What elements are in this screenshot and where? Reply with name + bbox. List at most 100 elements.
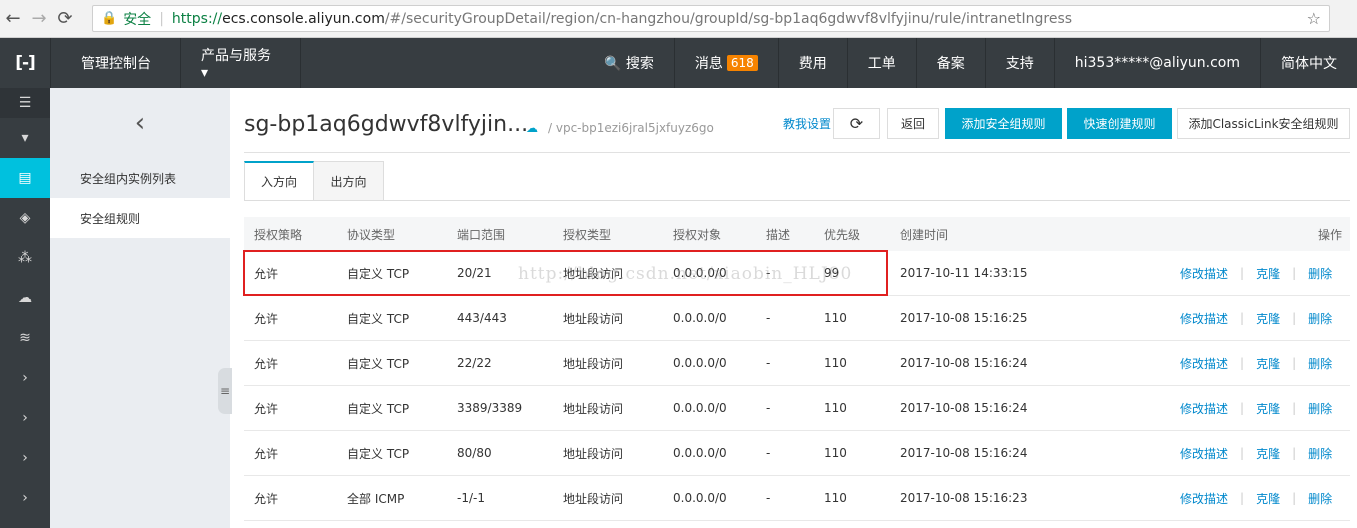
delete-link[interactable]: 删除 (1308, 265, 1332, 282)
address-bar[interactable]: 🔒 安全 | https://ecs.console.aliyun.com/#/… (92, 5, 1330, 32)
cell-protocol: 全部 ICMP (347, 491, 405, 506)
user-account-menu[interactable]: hi353*****@aliyun.com (1055, 38, 1261, 88)
expand-arrow-icon[interactable]: › (0, 358, 50, 398)
billing-link[interactable]: 费用 (779, 38, 848, 88)
messages-button[interactable]: 消息 618 (675, 38, 779, 88)
edit-description-link[interactable]: 修改描述 (1180, 310, 1228, 327)
cell-port: 22/22 (457, 356, 492, 370)
quick-create-rule-button[interactable]: 快速创建规则 (1067, 108, 1172, 139)
cell-port: 443/443 (457, 311, 507, 325)
cell-created: 2017-10-08 15:16:24 (900, 446, 1028, 460)
clone-link[interactable]: 克隆 (1256, 445, 1280, 462)
edit-description-link[interactable]: 修改描述 (1180, 445, 1228, 462)
sidebar-item-instances[interactable]: 安全组内实例列表 (50, 158, 230, 198)
row-actions: 修改描述 | 克隆 | 删除 (1180, 476, 1332, 520)
network-icon[interactable]: ⁂ (0, 238, 50, 278)
header-created: 创建时间 (900, 227, 949, 242)
add-rule-button[interactable]: 添加安全组规则 (945, 108, 1062, 139)
cell-auth-object: 0.0.0.0/0 (673, 491, 727, 505)
action-separator: | (1240, 311, 1245, 325)
cell-created: 2017-10-08 15:16:24 (900, 356, 1028, 370)
cell-port: 20/21 (457, 266, 492, 280)
back-chevron-icon[interactable]: ‹ (50, 88, 230, 158)
aliyun-logo-icon[interactable]: [-] (0, 38, 50, 88)
cell-auth-type: 地址段访问 (563, 266, 624, 281)
messages-count-badge: 618 (726, 55, 758, 71)
cell-protocol: 自定义 TCP (347, 356, 410, 371)
expand-arrow-icon[interactable]: › (0, 438, 50, 478)
edit-description-link[interactable]: 修改描述 (1180, 490, 1228, 507)
cell-policy: 允许 (254, 401, 279, 416)
tab-ingress[interactable]: 入方向 (244, 161, 314, 201)
row-actions: 修改描述 | 克隆 | 删除 (1180, 341, 1332, 385)
delete-link[interactable]: 删除 (1308, 310, 1332, 327)
cell-auth-object: 0.0.0.0/0 (673, 266, 727, 280)
delete-link[interactable]: 删除 (1308, 445, 1332, 462)
cell-policy: 允许 (254, 356, 279, 371)
header-actions: 操作 (1317, 227, 1342, 242)
header-auth-type: 授权类型 (563, 227, 612, 242)
cell-port: 3389/3389 (457, 401, 523, 415)
delete-link[interactable]: 删除 (1308, 490, 1332, 507)
expand-arrow-icon[interactable]: › (0, 398, 50, 438)
ecs-server-icon[interactable]: ▤ (0, 158, 50, 198)
header-protocol: 协议类型 (347, 227, 396, 242)
delete-link[interactable]: 删除 (1308, 400, 1332, 417)
direction-tabs: 入方向 出方向 (244, 161, 384, 201)
menu-toggle-icon[interactable]: ☰ (0, 88, 50, 118)
edit-description-link[interactable]: 修改描述 (1180, 265, 1228, 282)
clone-link[interactable]: 克隆 (1256, 310, 1280, 327)
clone-link[interactable]: 克隆 (1256, 490, 1280, 507)
table-header: 授权策略 协议类型 端口范围 授权类型 授权对象 描述 优先级 创建时间 操作 (244, 217, 1350, 251)
cell-auth-type: 地址段访问 (563, 446, 624, 461)
header-auth-object: 授权对象 (673, 227, 722, 242)
storage-stack-icon[interactable]: ≋ (0, 318, 50, 358)
clone-link[interactable]: 克隆 (1256, 355, 1280, 372)
sidebar-item-rules[interactable]: 安全组规则 (50, 198, 230, 238)
bookmark-star-icon[interactable]: ☆ (1307, 9, 1321, 28)
security-group-sidebar: ‹ 安全组内实例列表 安全组规则 ≡ (50, 88, 232, 528)
cell-protocol: 自定义 TCP (347, 401, 410, 416)
edit-description-link[interactable]: 修改描述 (1180, 400, 1228, 417)
support-link[interactable]: 支持 (986, 38, 1055, 88)
vpc-cloud-icon: ☁ (526, 121, 538, 135)
cell-protocol: 自定义 TCP (347, 311, 410, 326)
cell-description: - (766, 491, 771, 505)
language-switch[interactable]: 简体中文 (1261, 38, 1357, 88)
cell-auth-object: 0.0.0.0/0 (673, 311, 727, 325)
cell-created: 2017-10-08 15:16:23 (900, 491, 1028, 505)
cell-auth-type: 地址段访问 (563, 356, 624, 371)
header-priority: 优先级 (824, 227, 861, 242)
back-arrow-icon[interactable]: ← (0, 8, 26, 29)
table-row: 允许 自定义 TCP 22/22 地址段访问 0.0.0.0/0 - 110 2017-10-… (244, 341, 1350, 386)
cell-priority: 110 (824, 491, 847, 505)
forward-arrow-icon[interactable]: → (26, 8, 52, 29)
help-link[interactable]: 教我设置 (783, 115, 831, 132)
header-description: 描述 (766, 227, 791, 242)
collapse-arrow-icon[interactable]: ▾ (0, 118, 50, 158)
back-button[interactable]: 返回 (887, 108, 939, 139)
product-icon-sidebar: ☰ ▾ ▤ ◈ ⁂ ☁ ≋ › › › › (0, 88, 50, 528)
tab-egress[interactable]: 出方向 (314, 161, 384, 201)
icp-link[interactable]: 备案 (917, 38, 986, 88)
action-separator: | (1240, 266, 1245, 280)
database-icon[interactable]: ◈ (0, 198, 50, 238)
refresh-button[interactable]: ⟳ (833, 108, 880, 139)
cell-created: 2017-10-08 15:16:25 (900, 311, 1028, 325)
address-divider: | (159, 10, 164, 27)
clone-link[interactable]: 克隆 (1256, 265, 1280, 282)
cloud-upload-icon[interactable]: ☁ (0, 278, 50, 318)
reload-icon[interactable]: ⟳ (52, 8, 78, 29)
delete-link[interactable]: 删除 (1308, 355, 1332, 372)
clone-link[interactable]: 克隆 (1256, 400, 1280, 417)
action-separator: | (1292, 356, 1297, 370)
search-button[interactable]: 🔍 搜索 (584, 38, 675, 88)
cell-auth-type: 地址段访问 (563, 401, 624, 416)
products-menu[interactable]: 产品与服务 ▾ (181, 38, 301, 88)
expand-arrow-icon[interactable]: › (0, 478, 50, 518)
console-link[interactable]: 管理控制台 (50, 38, 181, 88)
tickets-link[interactable]: 工单 (848, 38, 917, 88)
edit-description-link[interactable]: 修改描述 (1180, 355, 1228, 372)
main-content: sg-bp1aq6gdwvf8vlfyjin... ☁ / vpc-bp1ezi… (230, 88, 1357, 528)
add-classiclink-rule-button[interactable]: 添加ClassicLink安全组规则 (1177, 108, 1350, 139)
